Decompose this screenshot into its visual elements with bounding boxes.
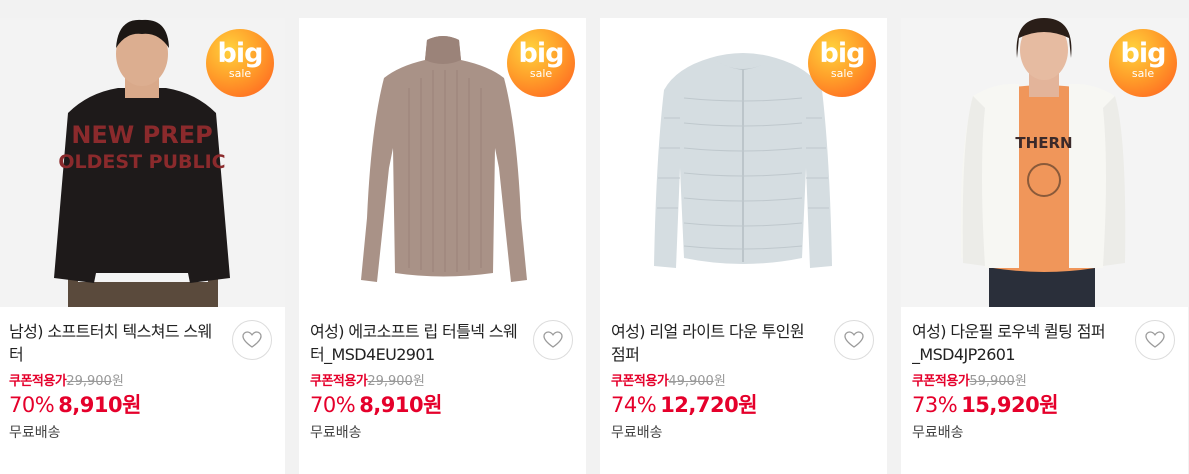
price-unit: 원: [1039, 393, 1059, 417]
product-info: 여성) 다운필 로우넥 퀼팅 점퍼_MSD4JP2601 쿠폰적용가59,900…: [912, 320, 1177, 442]
product-grid: NEW PREP OLDEST PUBLIC big sale 남성) 소프트터…: [0, 0, 1189, 474]
sweater-print-line1: NEW PREP: [71, 121, 212, 149]
discount-rate: 74%: [611, 393, 657, 417]
big-sale-badge: big sale: [808, 29, 876, 97]
coupon-price-row: 쿠폰적용가29,900원: [310, 374, 575, 390]
coupon-price-row: 쿠폰적용가49,900원: [611, 374, 876, 390]
price-unit: 원: [122, 393, 141, 417]
badge-main-text: big: [217, 38, 264, 69]
badge-sub-text: sale: [529, 67, 553, 80]
wishlist-button[interactable]: [533, 320, 573, 360]
discount-rate: 70%: [9, 393, 55, 417]
product-image[interactable]: THERN big sale: [901, 18, 1188, 307]
shipping-info: 무료배송: [912, 425, 964, 441]
heart-icon: [543, 331, 563, 348]
coupon-label: 쿠폰적용가: [310, 374, 368, 389]
original-price-unit: 원: [111, 374, 124, 389]
badge-sub-text: sale: [830, 67, 854, 80]
product-title[interactable]: 여성) 에코소프트 립 터틀넥 스웨터_MSD4EU2901: [310, 320, 520, 366]
product-card[interactable]: big sale 여성) 에코소프트 립 터틀넥 스웨터_MSD4EU2901 …: [299, 18, 586, 474]
discount-rate: 70%: [310, 393, 356, 417]
shirt-print-text: THERN: [1015, 134, 1072, 152]
coupon-label: 쿠폰적용가: [9, 374, 67, 389]
sale-price: 8,910: [359, 393, 424, 417]
sale-price: 8,910: [58, 393, 123, 417]
heart-icon: [1145, 331, 1165, 348]
sweater-print-line2: OLDEST PUBLIC: [58, 151, 225, 173]
price-unit: 원: [423, 393, 442, 417]
original-price: 29,900: [367, 374, 413, 389]
sale-price-row: 74% 12,720원: [611, 392, 876, 418]
wishlist-button[interactable]: [232, 320, 272, 360]
product-title[interactable]: 여성) 다운필 로우넥 퀼팅 점퍼_MSD4JP2601: [912, 320, 1122, 366]
product-image[interactable]: big sale: [600, 18, 887, 307]
product-image[interactable]: NEW PREP OLDEST PUBLIC big sale: [0, 18, 285, 307]
badge-sub-text: sale: [228, 67, 252, 80]
original-price-unit: 원: [412, 374, 425, 389]
shipping-info: 무료배송: [310, 425, 362, 441]
coupon-label: 쿠폰적용가: [912, 374, 970, 389]
wishlist-button[interactable]: [1135, 320, 1175, 360]
badge-main-text: big: [819, 38, 866, 69]
product-info: 남성) 소프트터치 텍스쳐드 스웨터 쿠폰적용가29,900원 70% 8,910…: [9, 320, 274, 442]
sale-price-row: 70% 8,910원: [9, 392, 274, 418]
sale-price: 12,720: [660, 393, 739, 417]
sale-price: 15,920: [961, 393, 1040, 417]
sale-price-row: 73% 15,920원: [912, 392, 1177, 418]
product-image[interactable]: big sale: [299, 18, 586, 307]
original-price: 59,900: [969, 374, 1015, 389]
big-sale-badge: big sale: [1109, 29, 1177, 97]
product-info: 여성) 리얼 라이트 다운 투인원 점퍼 쿠폰적용가49,900원 74% 12,…: [611, 320, 876, 442]
sale-price-row: 70% 8,910원: [310, 392, 575, 418]
shipping-info: 무료배송: [9, 425, 61, 441]
product-title[interactable]: 남성) 소프트터치 텍스쳐드 스웨터: [9, 320, 219, 366]
badge-main-text: big: [518, 38, 565, 69]
wishlist-button[interactable]: [834, 320, 874, 360]
price-unit: 원: [738, 393, 758, 417]
shipping-info: 무료배송: [611, 425, 663, 441]
discount-rate: 73%: [912, 393, 958, 417]
original-price: 29,900: [66, 374, 112, 389]
product-card[interactable]: NEW PREP OLDEST PUBLIC big sale 남성) 소프트터…: [0, 18, 285, 474]
heart-icon: [242, 331, 262, 348]
heart-icon: [844, 331, 864, 348]
coupon-price-row: 쿠폰적용가29,900원: [9, 374, 274, 390]
product-title[interactable]: 여성) 리얼 라이트 다운 투인원 점퍼: [611, 320, 821, 366]
coupon-label: 쿠폰적용가: [611, 374, 669, 389]
original-price: 49,900: [668, 374, 714, 389]
big-sale-badge: big sale: [507, 29, 575, 97]
badge-main-text: big: [1120, 38, 1167, 69]
big-sale-badge: big sale: [206, 29, 274, 97]
coupon-price-row: 쿠폰적용가59,900원: [912, 374, 1177, 390]
product-info: 여성) 에코소프트 립 터틀넥 스웨터_MSD4EU2901 쿠폰적용가29,9…: [310, 320, 575, 442]
original-price-unit: 원: [1014, 374, 1027, 389]
product-card[interactable]: big sale 여성) 리얼 라이트 다운 투인원 점퍼 쿠폰적용가49,90…: [600, 18, 887, 474]
badge-sub-text: sale: [1131, 67, 1155, 80]
original-price-unit: 원: [713, 374, 726, 389]
product-card[interactable]: THERN big sale 여성) 다운필 로우넥 퀼팅 점퍼_MSD4JP2…: [901, 18, 1188, 474]
